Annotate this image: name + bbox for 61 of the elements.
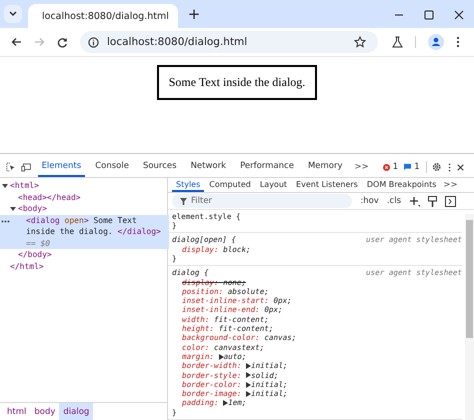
styles-tab[interactable]: Computed (205, 178, 255, 192)
styles-tab[interactable]: Styles (172, 178, 204, 192)
reload-icon[interactable] (57, 36, 68, 48)
maximize-icon[interactable] (424, 10, 434, 20)
inspect-cursor-icon[interactable] (6, 161, 16, 173)
error-icon[interactable] (382, 162, 390, 172)
star-icon[interactable] (354, 36, 366, 48)
filter-icon (180, 198, 187, 205)
breadcrumb[interactable]: html (3, 403, 30, 420)
kebab-menu-icon[interactable] (448, 162, 451, 172)
dom-node[interactable]: <head></head> (18, 192, 81, 203)
info-icon[interactable] (88, 36, 99, 48)
address-bar[interactable]: localhost:8080/dialog.html (80, 31, 378, 53)
profile-avatar-icon[interactable] (428, 34, 444, 50)
breadcrumb[interactable]: body (30, 403, 60, 420)
expand-triangle-icon[interactable] (223, 400, 228, 406)
panel-tab[interactable]: Sources (138, 157, 181, 177)
filter-input[interactable]: Filter (191, 196, 271, 206)
tab-title: localhost:8080/dialog.html (42, 10, 169, 22)
chevron-down-icon (9, 11, 17, 17)
url-text: localhost:8080/dialog.html (107, 36, 248, 48)
sidebar-toggle-icon[interactable] (445, 196, 456, 207)
message-count: 1 (414, 162, 420, 172)
flask-icon[interactable] (392, 36, 403, 48)
expand-triangle-icon[interactable] (218, 354, 224, 360)
close-icon[interactable] (456, 162, 464, 172)
settings-icon[interactable] (432, 161, 442, 173)
breadcrumb[interactable]: dialog (59, 403, 94, 420)
message-icon[interactable] (404, 163, 412, 171)
dialog-box: Some Text inside the dialog. (156, 65, 318, 100)
back-arrow-icon[interactable] (11, 37, 22, 47)
dom-node[interactable]: </body> (18, 249, 52, 260)
more-tabs-button[interactable]: >> (352, 162, 371, 172)
filter-field[interactable]: Filter (172, 194, 352, 208)
panel-tab[interactable]: Network (186, 157, 230, 177)
dom-node[interactable]: </html> (10, 260, 44, 272)
panel-tab[interactable]: Console (91, 157, 133, 177)
browser-tab[interactable]: localhost:8080/dialog.html (28, 4, 178, 28)
more-icon[interactable] (1, 220, 10, 222)
paint-roller-icon[interactable] (428, 196, 437, 207)
close-icon[interactable] (454, 10, 464, 20)
styles-tab[interactable]: Event Listeners (292, 178, 362, 192)
panel-tab[interactable]: Performance (236, 157, 298, 177)
scrollbar[interactable] (465, 214, 474, 420)
styles-tab[interactable]: Layout (256, 178, 292, 192)
error-count: 1 (392, 162, 398, 172)
styles-tab[interactable]: DOM Breakpoints (362, 178, 440, 192)
kebab-menu-icon[interactable] (456, 36, 460, 48)
classes-button[interactable]: .cls (386, 196, 401, 206)
dom-node[interactable]: <html> (10, 180, 39, 192)
more-tabs-button[interactable]: >> (441, 178, 460, 192)
new-tab-button[interactable]: + (186, 4, 202, 24)
hover-state-button[interactable]: :hov (360, 196, 379, 206)
dom-node[interactable]: <body> (18, 203, 47, 214)
tab-search-button[interactable] (4, 5, 22, 23)
expand-triangle-icon[interactable] (10, 206, 16, 212)
plus-icon[interactable] (409, 196, 420, 207)
panel-tab[interactable]: Elements (38, 157, 86, 177)
panel-tab[interactable]: Memory (304, 157, 347, 177)
expand-triangle-icon[interactable] (2, 183, 8, 189)
device-toolbar-icon[interactable] (21, 162, 32, 172)
